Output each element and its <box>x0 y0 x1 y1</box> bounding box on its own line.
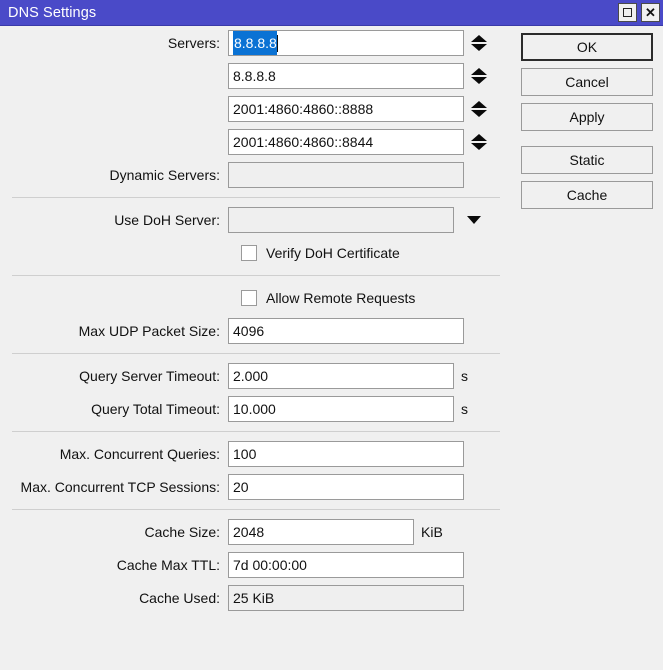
servers-row-1: Servers: 8.8.8.8 <box>0 30 510 56</box>
allow-remote-requests-checkbox[interactable] <box>241 290 257 306</box>
dynamic-servers-value <box>228 162 464 188</box>
cache-size-unit: KiB <box>421 524 443 540</box>
use-doh-server-dropdown-button[interactable] <box>464 207 484 233</box>
verify-doh-certificate-checkbox[interactable] <box>241 245 257 261</box>
chevron-up-icon <box>471 134 487 141</box>
cache-used-row: Cache Used: 25 KiB <box>0 585 510 611</box>
close-icon: ✕ <box>645 6 656 19</box>
query-server-timeout-unit: s <box>461 368 468 384</box>
dynamic-servers-label: Dynamic Servers: <box>0 167 228 183</box>
section-divider <box>12 197 500 198</box>
section-divider <box>12 431 500 432</box>
dialog-body: Servers: 8.8.8.8 8.8.8.8 2001:4860:4860:… <box>0 26 663 669</box>
max-concurrent-tcp-sessions-input[interactable]: 20 <box>228 474 464 500</box>
allow-remote-requests-label: Allow Remote Requests <box>266 290 415 306</box>
cache-used-value: 25 KiB <box>228 585 464 611</box>
title-bar-buttons: ✕ <box>618 3 660 22</box>
use-doh-server-row: Use DoH Server: <box>0 207 510 233</box>
dynamic-servers-row: Dynamic Servers: <box>0 162 510 188</box>
servers-input-1[interactable]: 8.8.8.8 <box>228 30 464 56</box>
servers-input-2[interactable]: 8.8.8.8 <box>228 63 464 89</box>
chevron-down-icon <box>471 44 487 51</box>
maximize-button[interactable] <box>618 3 637 22</box>
max-udp-packet-size-row: Max UDP Packet Size: 4096 <box>0 318 510 344</box>
servers-row-2: 8.8.8.8 <box>0 63 510 89</box>
servers-spinner-2[interactable] <box>470 63 488 89</box>
section-divider <box>12 509 500 510</box>
use-doh-server-input[interactable] <box>228 207 454 233</box>
verify-doh-certificate-row: Verify DoH Certificate <box>0 240 510 266</box>
apply-button[interactable]: Apply <box>521 103 653 131</box>
ok-button[interactable]: OK <box>521 33 653 61</box>
chevron-up-icon <box>471 101 487 108</box>
query-server-timeout-row: Query Server Timeout: 2.000 s <box>0 363 510 389</box>
cache-used-label: Cache Used: <box>0 590 228 606</box>
servers-spinner-3[interactable] <box>470 96 488 122</box>
max-concurrent-tcp-sessions-row: Max. Concurrent TCP Sessions: 20 <box>0 474 510 500</box>
chevron-down-icon <box>467 216 481 224</box>
query-total-timeout-unit: s <box>461 401 468 417</box>
servers-input-1-value: 8.8.8.8 <box>233 30 277 56</box>
chevron-up-icon <box>471 68 487 75</box>
query-total-timeout-input[interactable]: 10.000 <box>228 396 454 422</box>
cache-max-ttl-label: Cache Max TTL: <box>0 557 228 573</box>
chevron-down-icon <box>471 77 487 84</box>
query-total-timeout-row: Query Total Timeout: 10.000 s <box>0 396 510 422</box>
max-concurrent-queries-label: Max. Concurrent Queries: <box>0 446 228 462</box>
query-total-timeout-label: Query Total Timeout: <box>0 401 228 417</box>
chevron-down-icon <box>471 110 487 117</box>
section-divider <box>12 275 500 276</box>
static-button[interactable]: Static <box>521 146 653 174</box>
cache-size-input[interactable]: 2048 <box>228 519 414 545</box>
cache-size-label: Cache Size: <box>0 524 228 540</box>
close-button[interactable]: ✕ <box>641 3 660 22</box>
servers-spinner-1[interactable] <box>470 30 488 56</box>
query-server-timeout-label: Query Server Timeout: <box>0 368 228 384</box>
title-bar: DNS Settings ✕ <box>0 0 663 26</box>
max-concurrent-queries-row: Max. Concurrent Queries: 100 <box>0 441 510 467</box>
cancel-button[interactable]: Cancel <box>521 68 653 96</box>
query-server-timeout-input[interactable]: 2.000 <box>228 363 454 389</box>
servers-row-4: 2001:4860:4860::8844 <box>0 129 510 155</box>
max-concurrent-tcp-sessions-label: Max. Concurrent TCP Sessions: <box>0 479 228 495</box>
chevron-down-icon <box>471 143 487 150</box>
maximize-icon <box>623 8 632 17</box>
use-doh-server-label: Use DoH Server: <box>0 212 228 228</box>
cache-button[interactable]: Cache <box>521 181 653 209</box>
cache-size-row: Cache Size: 2048 KiB <box>0 519 510 545</box>
servers-row-3: 2001:4860:4860::8888 <box>0 96 510 122</box>
servers-label: Servers: <box>0 35 228 51</box>
servers-spinner-4[interactable] <box>470 129 488 155</box>
button-group-gap <box>521 138 653 146</box>
verify-doh-certificate-label: Verify DoH Certificate <box>266 245 400 261</box>
form-column: Servers: 8.8.8.8 8.8.8.8 2001:4860:4860:… <box>0 26 510 618</box>
cache-max-ttl-row: Cache Max TTL: 7d 00:00:00 <box>0 552 510 578</box>
max-udp-packet-size-input[interactable]: 4096 <box>228 318 464 344</box>
max-concurrent-queries-input[interactable]: 100 <box>228 441 464 467</box>
text-caret <box>277 35 278 52</box>
cache-max-ttl-input[interactable]: 7d 00:00:00 <box>228 552 464 578</box>
chevron-up-icon <box>471 35 487 42</box>
window-title: DNS Settings <box>8 5 96 21</box>
max-udp-packet-size-label: Max UDP Packet Size: <box>0 323 228 339</box>
action-button-column: OK Cancel Apply Static Cache <box>521 33 653 216</box>
allow-remote-requests-row: Allow Remote Requests <box>0 285 510 311</box>
servers-input-4[interactable]: 2001:4860:4860::8844 <box>228 129 464 155</box>
servers-input-3[interactable]: 2001:4860:4860::8888 <box>228 96 464 122</box>
section-divider <box>12 353 500 354</box>
